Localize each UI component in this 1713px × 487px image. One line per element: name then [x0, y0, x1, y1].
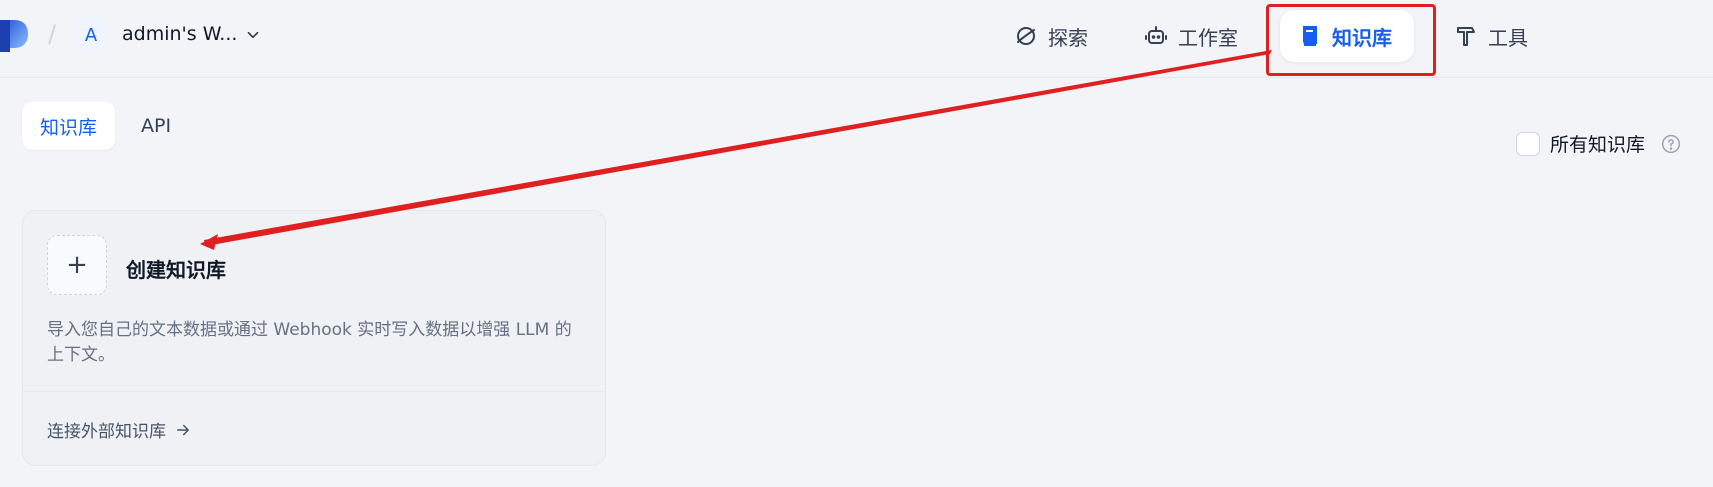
- top-bar: / A admin's W... 探索 工作室 知识库 工具: [0, 0, 1713, 78]
- app-logo[interactable]: [0, 18, 34, 52]
- compass-icon: [1017, 27, 1035, 45]
- create-knowledge-card[interactable]: + 创建知识库 导入您自己的文本数据或通过 Webhook 实时写入数据以增强 …: [22, 210, 606, 466]
- create-knowledge-title[interactable]: 创建知识库: [126, 254, 226, 283]
- robot-icon: [1145, 26, 1167, 44]
- breadcrumb-separator: /: [48, 20, 57, 48]
- nav-explore[interactable]: 探索: [996, 10, 1106, 62]
- workspace-avatar[interactable]: A: [74, 18, 108, 52]
- nav-tools[interactable]: 工具: [1436, 10, 1546, 62]
- nav-studio[interactable]: 工作室: [1126, 10, 1256, 62]
- all-knowledge-checkbox[interactable]: [1516, 131, 1540, 156]
- section-tabs: 知识库 API: [22, 102, 189, 150]
- chevron-down-icon[interactable]: [244, 26, 262, 44]
- arrow-right-icon: [177, 424, 189, 435]
- nav-tools-label: 工具: [1488, 25, 1528, 50]
- all-knowledge-filter[interactable]: 所有知识库: [1516, 130, 1681, 157]
- nav-explore-label: 探索: [1048, 25, 1088, 50]
- hammer-icon: [1457, 27, 1475, 46]
- nav-studio-label: 工作室: [1178, 25, 1238, 50]
- connect-external-label: 连接外部知识库: [47, 422, 166, 442]
- tab-api[interactable]: API: [123, 102, 189, 150]
- tab-knowledge[interactable]: 知识库: [22, 102, 116, 150]
- all-knowledge-label: 所有知识库: [1550, 134, 1646, 156]
- nav-knowledge-label: 知识库: [1332, 25, 1392, 50]
- connect-external-knowledge-link[interactable]: 连接外部知识库: [47, 417, 192, 442]
- workspace-name[interactable]: admin's W...: [122, 23, 237, 45]
- book-icon: [1303, 26, 1317, 46]
- nav-knowledge[interactable]: 知识库: [1280, 10, 1414, 62]
- plus-icon[interactable]: +: [47, 235, 107, 295]
- create-knowledge-description: 导入您自己的文本数据或通过 Webhook 实时写入数据以增强 LLM 的上下文…: [47, 320, 572, 365]
- card-divider: [23, 391, 605, 392]
- help-icon[interactable]: [1661, 134, 1681, 154]
